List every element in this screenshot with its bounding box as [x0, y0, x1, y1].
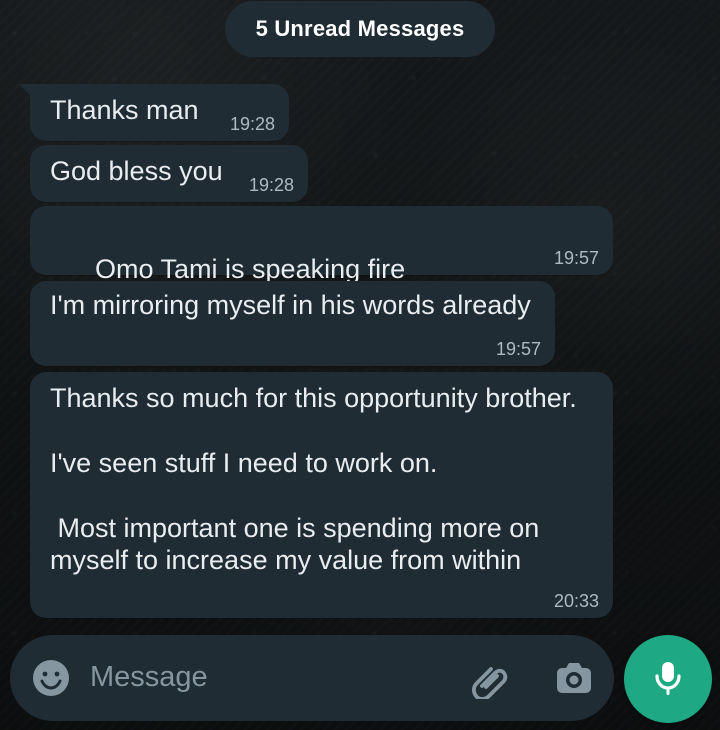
message-time: 19:57: [553, 248, 599, 268]
paperclip-icon: [468, 657, 510, 699]
message-bubble: Omo Tami is speaking fire 19:57: [30, 206, 613, 349]
emoji-button[interactable]: [28, 655, 74, 701]
message-bubble: Thanks so much for this opportunity brot…: [30, 372, 613, 618]
message-text: Omo Tami is speaking fire: [95, 253, 406, 284]
message-bubble: Thanks man 19:28: [19, 84, 289, 141]
message-time: 19:28: [248, 175, 294, 195]
message-text: Thanks man: [50, 95, 199, 125]
message-time: 19:28: [229, 114, 275, 134]
emoji-icon: [28, 655, 74, 701]
message-input[interactable]: [90, 653, 450, 701]
message-bubble: I'm mirroring myself in his words alread…: [30, 281, 555, 366]
unread-messages-pill: 5 Unread Messages: [225, 1, 495, 57]
camera-icon: [552, 657, 596, 699]
message-composer: [10, 635, 614, 721]
message-text: God bless you: [50, 156, 223, 186]
message-bubble: God bless you 19:28: [30, 145, 308, 202]
message-text: Thanks so much for this opportunity brot…: [50, 383, 577, 575]
attach-button[interactable]: [468, 657, 510, 699]
message-text: I'm mirroring myself in his words alread…: [50, 290, 531, 320]
voice-message-button[interactable]: [624, 635, 712, 723]
message-time: 20:33: [553, 591, 599, 611]
microphone-icon: [652, 659, 684, 699]
message-time: 19:57: [495, 339, 541, 359]
chat-screen: 5 Unread Messages Thanks man 19:28 God b…: [0, 0, 720, 730]
camera-button[interactable]: [552, 657, 596, 699]
